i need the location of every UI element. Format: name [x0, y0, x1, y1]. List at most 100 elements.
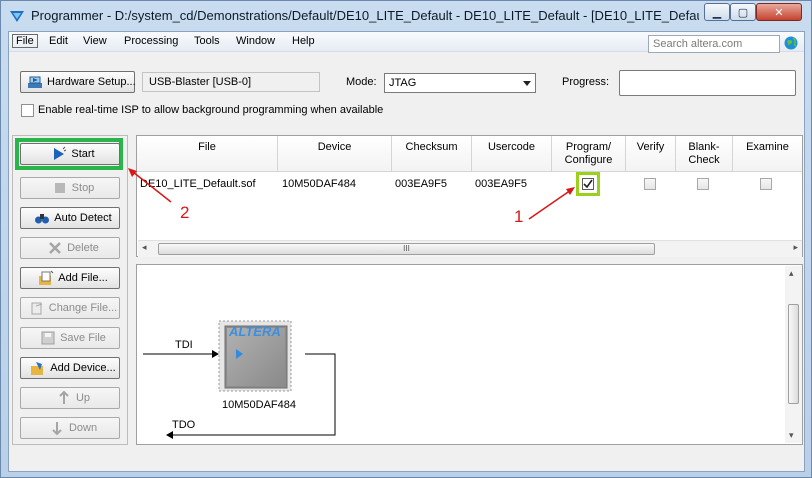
annotation-number-2: 2 — [180, 203, 190, 222]
menu-tools[interactable]: Tools — [194, 35, 220, 47]
change-file-icon — [31, 302, 42, 315]
isp-checkbox[interactable] — [21, 104, 34, 117]
col-header-blank-check-text: Blank- Check — [688, 141, 720, 166]
stop-icon — [54, 183, 65, 193]
hardware-setup-label: Hardware Setup... — [47, 76, 136, 88]
down-button[interactable]: Down — [20, 417, 120, 439]
program-configure-checkbox[interactable] — [582, 178, 594, 190]
checkmark-icon — [583, 179, 593, 189]
isp-label: Enable real-time ISP to allow background… — [38, 104, 384, 116]
mode-label: Mode: — [346, 76, 377, 88]
save-file-label: Save File — [60, 332, 106, 344]
minimize-button[interactable]: ▁ — [704, 3, 730, 21]
col-header-verify[interactable]: Verify — [626, 136, 676, 172]
col-header-usercode[interactable]: Usercode — [472, 136, 552, 172]
jtag-chain-diagram: ALTERA TDI 10M50DAF484 TDO ▴ ▾ — [136, 264, 803, 445]
annotation-number-1: 1 — [514, 207, 524, 226]
col-header-checksum-text: Checksum — [405, 141, 458, 153]
client-area: File Edit View Processing Tools Window H… — [8, 31, 805, 472]
col-header-program-configure[interactable]: Program/ Configure — [552, 136, 626, 172]
play-icon — [54, 146, 67, 160]
delete-x-icon — [49, 242, 61, 254]
row-file: DE10_LITE_Default.sof — [140, 178, 256, 190]
save-file-button[interactable]: Save File — [20, 327, 120, 349]
scroll-up-icon[interactable]: ▴ — [789, 268, 794, 279]
up-label: Up — [75, 392, 91, 404]
stop-label: Stop — [71, 182, 95, 194]
col-header-examine[interactable]: Examine — [733, 136, 802, 172]
save-disk-icon — [41, 331, 55, 345]
progress-bar — [619, 70, 796, 96]
start-label: Start — [71, 148, 95, 160]
hardware-setup-button[interactable]: Hardware Setup... — [20, 71, 136, 93]
title-bar[interactable]: Programmer - D:/system_cd/Demonstrations… — [1, 1, 811, 31]
delete-label: Delete — [67, 242, 99, 254]
row-usercode: 003EA9F5 — [475, 178, 527, 190]
menu-view[interactable]: View — [83, 35, 107, 47]
add-device-icon — [31, 362, 44, 375]
up-button[interactable]: Up — [20, 387, 120, 409]
arrow-down-icon — [52, 422, 62, 436]
tdi-arrow-icon — [212, 350, 219, 358]
menu-help[interactable]: Help — [292, 35, 315, 47]
tdi-label: TDI — [175, 339, 193, 351]
horizontal-scrollbar[interactable]: ◂ III ▸ — [138, 240, 802, 257]
hardware-device-field: USB-Blaster [USB-0] — [142, 72, 320, 92]
add-device-label: Add Device... — [50, 362, 116, 374]
mode-value: JTAG — [389, 77, 417, 89]
menu-processing[interactable]: Processing — [124, 35, 178, 47]
start-button[interactable]: Start — [20, 143, 120, 165]
search-input[interactable]: Search altera.com — [648, 35, 780, 53]
col-header-checksum[interactable]: Checksum — [392, 136, 472, 172]
auto-detect-label: Auto Detect — [54, 212, 112, 224]
jtag-chain-svg — [143, 320, 336, 439]
blank-check-checkbox[interactable] — [697, 178, 709, 190]
col-header-verify-text: Verify — [636, 141, 665, 153]
globe-icon[interactable] — [784, 36, 798, 50]
chevron-down-icon — [523, 81, 531, 86]
arrow-up-icon — [59, 390, 69, 404]
quartus-app-icon — [10, 11, 24, 22]
menu-edit[interactable]: Edit — [49, 35, 68, 47]
delete-button[interactable]: Delete — [20, 237, 120, 259]
col-header-usercode-text: Usercode — [487, 141, 536, 153]
col-header-file-text: File — [198, 141, 216, 153]
add-file-icon — [39, 270, 54, 285]
chip-logo: ALTERA — [229, 324, 281, 339]
down-label: Down — [68, 422, 98, 434]
stop-button[interactable]: Stop — [20, 177, 120, 199]
examine-checkbox[interactable] — [760, 178, 772, 190]
col-header-program-text: Program/ Configure — [564, 141, 613, 166]
tdo-label: TDO — [172, 419, 196, 431]
col-header-device[interactable]: Device — [278, 136, 392, 172]
scroll-down-icon[interactable]: ▾ — [789, 430, 794, 441]
vertical-scroll-thumb[interactable] — [788, 304, 799, 404]
col-header-examine-text: Examine — [746, 141, 789, 153]
maximize-button[interactable]: ▢ — [730, 3, 756, 21]
menu-window[interactable]: Window — [236, 35, 275, 47]
col-header-file[interactable]: File — [137, 136, 278, 172]
programmer-window: Programmer - D:/system_cd/Demonstrations… — [0, 0, 812, 478]
vertical-scrollbar[interactable]: ▴ ▾ — [785, 266, 802, 443]
add-device-button[interactable]: Add Device... — [20, 357, 120, 379]
tdo-arrow-icon — [166, 431, 173, 439]
scroll-left-icon[interactable]: ◂ — [142, 242, 147, 253]
verify-checkbox[interactable] — [644, 178, 656, 190]
window-title: Programmer - D:/system_cd/Demonstrations… — [31, 8, 699, 23]
close-button[interactable]: ✕ — [756, 3, 802, 21]
auto-detect-button[interactable]: Auto Detect — [20, 207, 120, 229]
scroll-right-icon[interactable]: ▸ — [793, 242, 798, 253]
change-file-label: Change File... — [48, 302, 118, 314]
menu-file[interactable]: File — [12, 34, 38, 48]
add-file-label: Add File... — [58, 272, 108, 284]
scroll-thumb[interactable]: III — [158, 243, 655, 255]
binoculars-icon — [35, 214, 50, 224]
add-file-button[interactable]: Add File... — [20, 267, 120, 289]
mode-select[interactable]: JTAG — [384, 73, 536, 93]
row-checksum: 003EA9F5 — [395, 178, 447, 190]
change-file-button[interactable]: Change File... — [20, 297, 120, 319]
menu-bar: File Edit View Processing Tools Window H… — [9, 32, 804, 53]
hardware-icon — [28, 76, 42, 88]
col-header-blank-check[interactable]: Blank- Check — [676, 136, 733, 172]
left-button-panel: Start Stop Auto Detect Delete Add File..… — [12, 135, 128, 445]
